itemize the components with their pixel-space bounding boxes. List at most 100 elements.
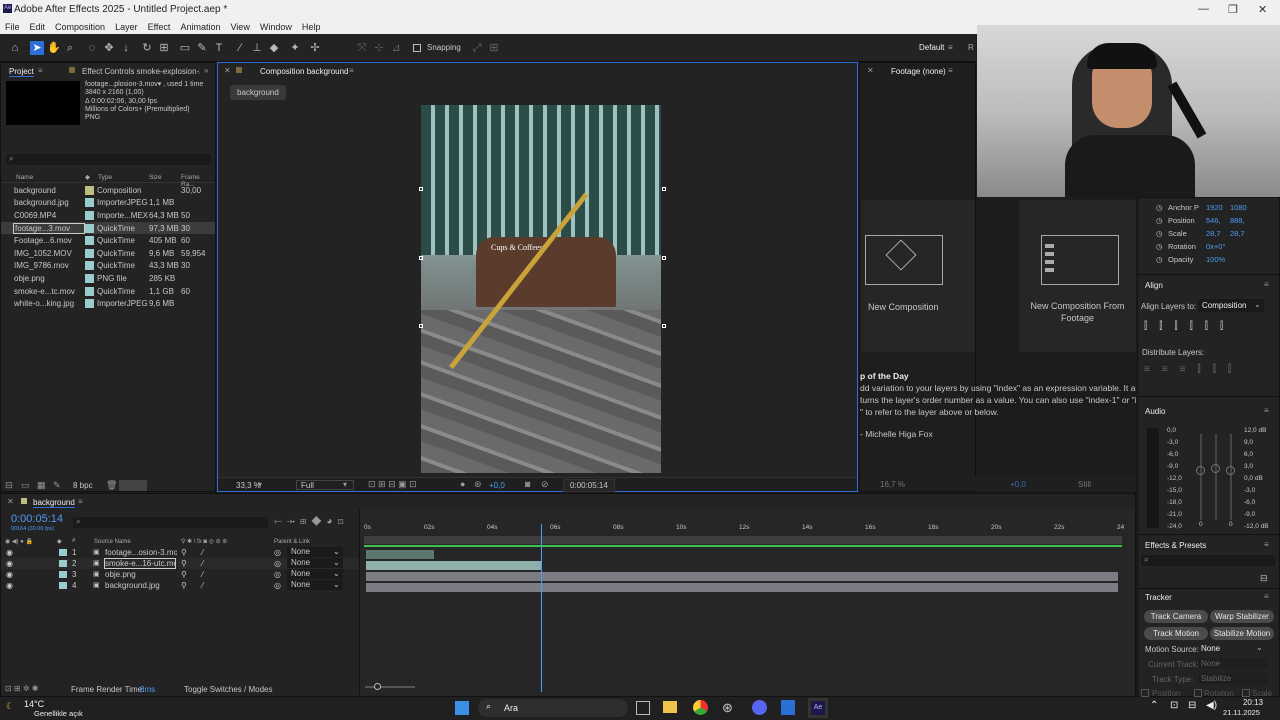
roto-brush-icon[interactable]: ✦ xyxy=(288,41,302,55)
rotation-checkbox[interactable] xyxy=(1194,689,1202,697)
layer-label-color[interactable] xyxy=(59,560,67,567)
layer-row[interactable]: ◉ 1 ▣ footage...osion-3.mov ⚲ ⁄ ◎ None ⌄ xyxy=(1,547,359,558)
dolly-camera-icon[interactable]: ↓ xyxy=(119,41,133,55)
orbit-camera-icon[interactable]: ◌ xyxy=(85,41,99,55)
region-of-interest-icon[interactable]: ⊡ ⊞ ⊟ ▣ ⊡ xyxy=(368,479,417,490)
prop-value[interactable]: 888, xyxy=(1230,216,1245,225)
tray-app-icon[interactable]: ⊡ xyxy=(1170,700,1178,711)
transform-handle[interactable] xyxy=(662,256,666,260)
app-icon[interactable]: ⊛ xyxy=(722,700,733,716)
track-type-select[interactable]: Stabilize xyxy=(1198,673,1268,684)
quality-icon[interactable]: ⁄ xyxy=(202,559,203,568)
axis-world-icon[interactable]: ⊹ xyxy=(372,41,386,55)
panel-menu-icon[interactable]: ≡ xyxy=(1264,406,1269,415)
taskbar-search[interactable]: ⌕ Ara xyxy=(478,699,628,717)
transform-handle[interactable] xyxy=(419,324,423,328)
chrome-icon[interactable] xyxy=(693,700,708,715)
clone-stamp-icon[interactable]: ⊥ xyxy=(250,41,264,55)
layer-name[interactable]: footage...osion-3.mov xyxy=(105,548,177,557)
col-source-name[interactable]: Source Name xyxy=(94,539,131,545)
layer-row[interactable]: ◉ 4 ▣ background.jpg ⚲ ⁄ ◎ None ⌄ xyxy=(1,580,359,591)
workspace-next[interactable]: R xyxy=(968,43,974,52)
pickwhip-icon[interactable]: ◎ xyxy=(274,581,281,590)
eraser-tool-icon[interactable]: ◆ xyxy=(267,41,281,55)
chevron-right-icon[interactable]: » xyxy=(204,66,208,75)
panel-menu-icon[interactable]: ≡ xyxy=(1264,540,1269,549)
clock-date[interactable]: 21.11.2025 xyxy=(1223,708,1260,717)
docs-icon[interactable] xyxy=(781,700,795,715)
col-name[interactable]: Name xyxy=(16,174,33,181)
tab-footage[interactable]: Footage (none) xyxy=(891,67,946,76)
list-item[interactable]: footage...3.mov QuickTime 97,3 MB 30 xyxy=(1,221,215,235)
new-folder-icon[interactable]: ▭ xyxy=(21,480,30,491)
eye-icon[interactable]: ◉ xyxy=(6,570,13,579)
list-item[interactable]: background.jpg ImporterJPEG 1,1 MB xyxy=(1,197,215,210)
layer-bar[interactable] xyxy=(366,561,542,570)
layer-row[interactable]: ◉ 2 ▣ smoke-e...16-utc.mov ⚲ ⁄ ◎ None ⌄ xyxy=(1,558,359,569)
col-type[interactable]: Type xyxy=(98,174,112,181)
quality-icon[interactable]: ⁄ xyxy=(202,548,203,557)
menu-effect[interactable]: Effect xyxy=(148,22,171,32)
close-tab-icon[interactable]: ✕ xyxy=(224,66,231,75)
tab-project[interactable]: Project xyxy=(9,67,34,77)
menu-layer[interactable]: Layer xyxy=(115,22,138,32)
layer-bar[interactable] xyxy=(366,583,1118,592)
menu-view[interactable]: View xyxy=(230,22,249,32)
zoom-slider[interactable] xyxy=(365,686,415,688)
workspace-menu-icon[interactable]: ≡ xyxy=(948,43,953,52)
panel-menu-icon[interactable]: ≡ xyxy=(38,66,43,75)
playhead[interactable] xyxy=(541,524,543,692)
axis-local-icon[interactable]: ⤧ xyxy=(355,41,369,55)
new-comp-icon[interactable]: ▦ xyxy=(37,480,46,491)
discord-icon[interactable] xyxy=(752,700,767,715)
list-item[interactable]: IMG_9786.mov QuickTime 43,3 MB 30 xyxy=(1,260,215,273)
panel-menu-icon[interactable]: ≡ xyxy=(948,66,953,75)
stopwatch-icon[interactable]: ◷ xyxy=(1156,216,1163,225)
close-tab-icon[interactable]: ✕ xyxy=(867,66,874,75)
prop-value[interactable]: 1920 xyxy=(1206,203,1223,212)
panel-menu-icon[interactable]: ≡ xyxy=(78,497,83,506)
eye-icon[interactable]: ◉ xyxy=(6,581,13,590)
project-search-input[interactable]: ⌕ xyxy=(6,154,211,165)
panel-menu-icon[interactable]: ≡ xyxy=(1264,280,1269,289)
axis-view-icon[interactable]: ⊿ xyxy=(389,41,403,55)
rectangle-tool-icon[interactable]: ▭ xyxy=(178,41,192,55)
zoom-slider-handle[interactable] xyxy=(374,683,381,690)
timeline-switches-icon[interactable]: ⤚⤞⊞◆◕⊡ xyxy=(274,516,349,527)
stopwatch-icon[interactable]: ◷ xyxy=(1156,229,1163,238)
stabilize-motion-button[interactable]: Stabilize Motion xyxy=(1210,627,1274,640)
color-swatch[interactable] xyxy=(119,480,147,491)
current-time[interactable]: 0:00:05:14 xyxy=(563,479,615,492)
layer-row[interactable]: ◉ 3 ▣ obje.png ⚲ ⁄ ◎ None ⌄ xyxy=(1,569,359,580)
color-channel-icon[interactable]: ● xyxy=(460,479,465,489)
menu-help[interactable]: Help xyxy=(302,22,321,32)
panel-menu-icon[interactable]: ≡ xyxy=(1264,592,1269,601)
prop-value[interactable]: 28,7 xyxy=(1206,229,1221,238)
prop-value[interactable]: 546, xyxy=(1206,216,1221,225)
pickwhip-icon[interactable]: ◎ xyxy=(274,570,281,579)
snap-grid-icon[interactable]: ⊞ xyxy=(487,41,501,55)
footage-exposure[interactable]: +0,0 xyxy=(1010,480,1026,489)
toggle-switches-modes[interactable]: Toggle Switches / Modes xyxy=(184,685,273,694)
list-item[interactable]: background Composition 30,00 xyxy=(1,184,215,197)
volume-icon[interactable]: ◀) xyxy=(1206,700,1217,711)
footage-still[interactable]: Still xyxy=(1078,480,1091,489)
col-size[interactable]: Size xyxy=(149,174,162,181)
pen-tool-icon[interactable]: ✎ xyxy=(195,41,209,55)
selection-tool-icon[interactable]: ➤ xyxy=(30,41,44,55)
delete-icon[interactable]: 🗑 xyxy=(106,480,117,491)
list-item[interactable]: smoke-e...tc.mov QuickTime 1,1 GB 60 xyxy=(1,285,215,298)
layer-bar[interactable] xyxy=(366,550,434,559)
align-buttons-icon[interactable]: ⫿⫿⫿⫿⫿⫿ xyxy=(1144,321,1235,332)
track-motion-button[interactable]: Track Motion xyxy=(1144,627,1208,640)
work-area-bar[interactable] xyxy=(364,536,1122,544)
track-camera-button[interactable]: Track Camera xyxy=(1144,610,1208,623)
quality-icon[interactable]: ⁄ xyxy=(202,581,203,590)
layer-name[interactable]: background.jpg xyxy=(105,581,177,590)
prop-value[interactable]: 28,7 xyxy=(1230,229,1245,238)
layer-name[interactable]: obje.png xyxy=(105,570,177,579)
show-snapshot-icon[interactable]: ⊘ xyxy=(541,479,549,490)
list-item[interactable]: Footage...6.mov QuickTime 405 MB 60 xyxy=(1,234,215,247)
time-ruler[interactable]: 0s 02s 04s 06s 08s 10s 12s 14s 16s 18s 2… xyxy=(364,518,1124,532)
menu-edit[interactable]: Edit xyxy=(30,22,46,32)
